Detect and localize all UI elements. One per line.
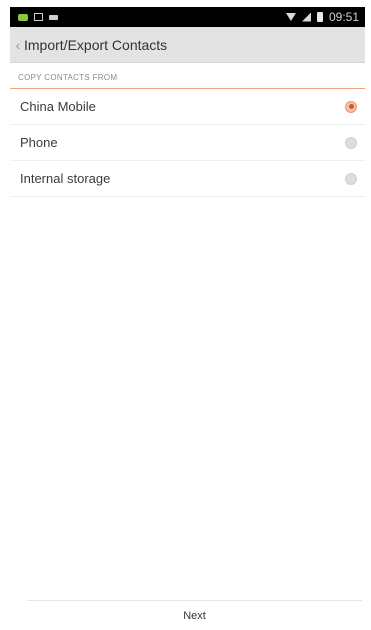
option-china-mobile[interactable]: China Mobile	[10, 89, 365, 125]
footer-bar: Next	[27, 600, 362, 630]
picture-icon	[34, 13, 43, 21]
app-header[interactable]: ‹ Import/Export Contacts	[10, 27, 365, 63]
message-icon	[49, 14, 58, 20]
next-button[interactable]: Next	[171, 606, 218, 626]
signal-icon	[301, 12, 311, 22]
section-header: COPY CONTACTS FROM	[10, 67, 365, 89]
phone-screen: 09:51 ‹ Import/Export Contacts COPY CONT…	[10, 7, 365, 630]
radio-unselected-icon[interactable]	[345, 136, 357, 149]
status-bar: 09:51	[10, 7, 365, 27]
option-label: Phone	[20, 135, 58, 150]
status-left-icons	[18, 13, 58, 21]
radio-unselected-icon[interactable]	[345, 172, 357, 185]
option-phone[interactable]: Phone	[10, 125, 365, 161]
wifi-icon	[285, 13, 296, 21]
radio-selected-icon[interactable]	[345, 100, 357, 113]
battery-icon	[316, 12, 323, 22]
page-title: Import/Export Contacts	[24, 36, 168, 53]
status-right-icons: 09:51	[285, 10, 359, 24]
options-list: China Mobile Phone Internal storage	[10, 89, 365, 197]
option-label: Internal storage	[20, 171, 111, 186]
status-time: 09:51	[328, 10, 359, 24]
back-chevron-icon[interactable]: ‹	[14, 37, 22, 53]
option-internal-storage[interactable]: Internal storage	[10, 161, 365, 197]
chat-icon	[18, 13, 28, 21]
option-label: China Mobile	[20, 99, 96, 114]
